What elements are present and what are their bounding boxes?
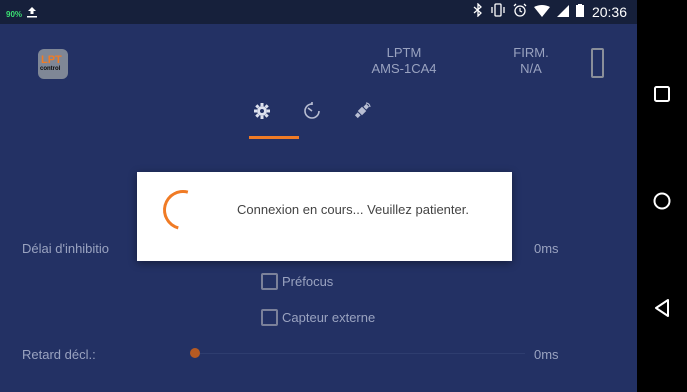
external-sensor-label: Capteur externe xyxy=(282,310,376,325)
trigger-delay-label: Retard décl.: xyxy=(22,347,96,362)
navigation-bar xyxy=(637,0,687,392)
phone-battery-icon xyxy=(591,48,604,78)
vibrate-icon xyxy=(490,3,506,20)
external-sensor-checkbox[interactable] xyxy=(261,309,278,326)
app-logo[interactable]: LPT control xyxy=(38,49,68,79)
battery-percent: 90% xyxy=(6,9,23,19)
timer-icon xyxy=(302,101,322,126)
trigger-delay-slider-thumb[interactable] xyxy=(190,348,200,358)
app-header: LPT control LPTM AMS-1CA4 FIRM. N/A xyxy=(0,24,637,140)
back-button[interactable] xyxy=(650,298,674,322)
active-tab-indicator xyxy=(249,136,299,139)
inhibition-label: Délai d'inhibitio xyxy=(22,241,110,256)
tab-satellite[interactable] xyxy=(350,100,374,126)
device-info: LPTM AMS-1CA4 xyxy=(364,45,444,77)
app-screen: 90% 20:36 LPT control LPTM AMS-1CA4 FIRM… xyxy=(0,0,637,392)
gear-icon xyxy=(253,102,271,125)
signal-icon xyxy=(556,4,569,20)
firmware-label: FIRM. xyxy=(513,45,549,60)
upload-icon xyxy=(26,5,38,23)
home-button[interactable] xyxy=(650,191,674,215)
home-icon xyxy=(653,192,671,215)
trigger-delay-slider[interactable] xyxy=(195,353,525,354)
prefocus-label: Préfocus xyxy=(282,274,334,289)
back-icon xyxy=(654,298,670,322)
external-sensor-option[interactable]: Capteur externe xyxy=(261,309,375,326)
device-id: AMS-1CA4 xyxy=(371,61,437,76)
logo-subtext: control xyxy=(40,66,61,72)
bluetooth-icon xyxy=(473,2,483,20)
trigger-delay-value: 0ms xyxy=(534,347,559,362)
firmware-info: FIRM. N/A xyxy=(506,45,556,77)
wifi-icon xyxy=(533,4,550,20)
tab-settings[interactable] xyxy=(250,100,274,126)
firmware-value: N/A xyxy=(520,61,542,76)
inhibition-value: 0ms xyxy=(534,241,559,256)
alarm-icon xyxy=(513,3,527,20)
recents-button[interactable] xyxy=(650,84,674,108)
recents-icon xyxy=(654,85,670,107)
loading-dialog: Connexion en cours... Veuillez patienter… xyxy=(137,172,512,261)
loading-spinner-icon xyxy=(155,182,211,238)
tab-bar xyxy=(250,100,374,126)
status-bar: 90% 20:36 xyxy=(0,0,637,24)
tab-timer[interactable] xyxy=(300,100,324,126)
prefocus-option[interactable]: Préfocus xyxy=(261,273,333,290)
logo-text: LPT xyxy=(41,54,62,66)
prefocus-checkbox[interactable] xyxy=(261,273,278,290)
clock: 20:36 xyxy=(591,3,627,20)
battery-icon xyxy=(575,3,584,20)
loading-message: Connexion en cours... Veuillez patienter… xyxy=(237,202,469,217)
satellite-icon xyxy=(352,101,372,126)
device-model: LPTM xyxy=(386,45,422,60)
